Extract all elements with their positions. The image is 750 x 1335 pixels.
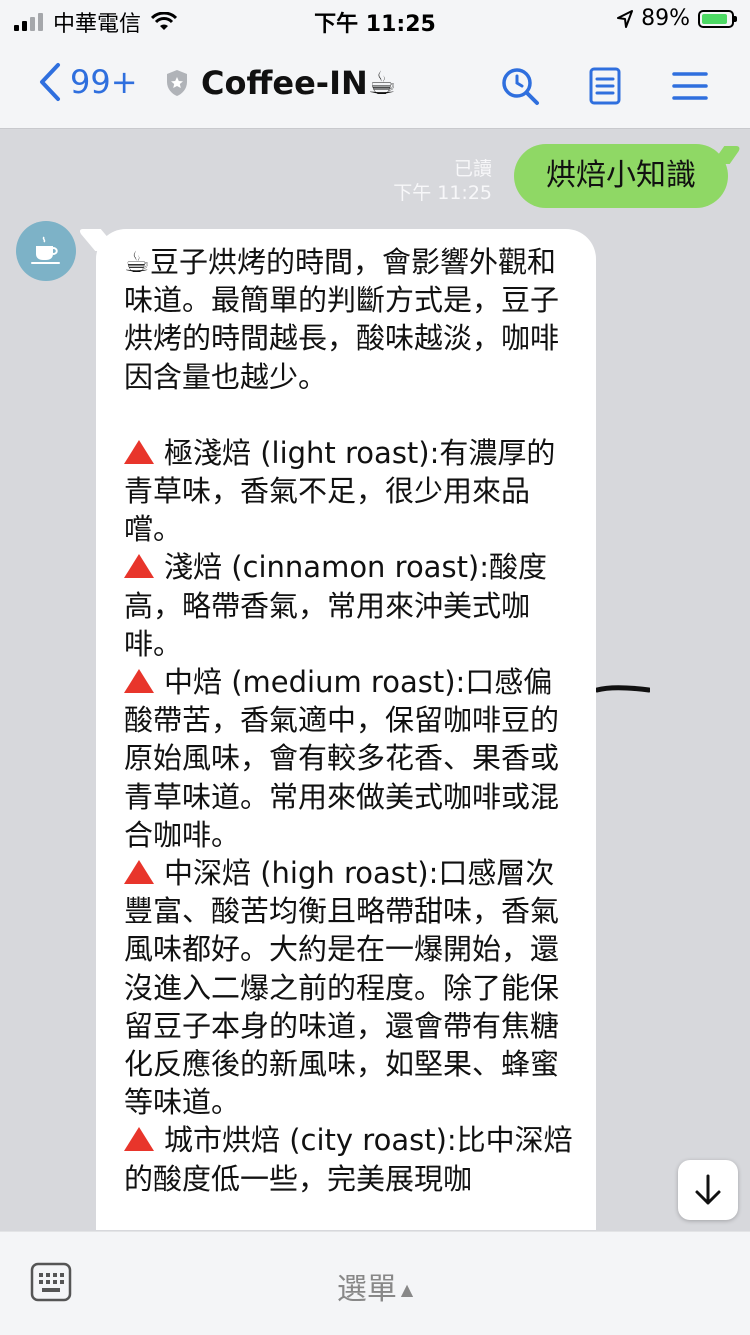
warning-triangle-icon	[124, 860, 154, 885]
roast-item: 極淺焙 (light roast):有濃厚的青草味，香氣不足，很少用來品嚐。	[124, 434, 574, 549]
arrow-down-icon	[695, 1174, 721, 1205]
sent-message-meta: 已讀 下午 11:25	[393, 157, 492, 205]
sent-message-bubble[interactable]: 烘焙小知識	[514, 144, 728, 208]
roast-item-text: 中深焙 (high roast):口感層次豐富、酸苦均衡且略帶甜味，香氣風味都好…	[124, 856, 560, 1120]
battery-percent: 89%	[641, 6, 690, 31]
unread-count: 99+	[70, 63, 138, 101]
read-receipt: 已讀	[453, 158, 492, 180]
message-list[interactable]: 已讀 下午 11:25 烘焙小知識 ☕豆子烘烤的時間，會影響外觀和味道。最簡單的…	[0, 129, 750, 1230]
hamburger-menu-icon[interactable]	[670, 66, 710, 106]
roast-item: 淺焙 (cinnamon roast):酸度高，略帶香氣，常用來沖美式咖啡。	[124, 548, 574, 663]
coffee-cup-icon	[31, 236, 60, 264]
message-intro: ☕豆子烘烤的時間，會影響外觀和味道。最簡單的判斷方式是，豆子烘烤的時間越長，酸味…	[124, 245, 560, 394]
roast-item-text: 中焙 (medium roast):口感偏酸帶苦，香氣適中，保留咖啡豆的原始風味…	[124, 665, 560, 852]
caret-up-icon: ▲	[400, 1280, 414, 1299]
avatar[interactable]	[16, 221, 76, 281]
battery-icon	[698, 9, 737, 28]
chat-title-text: Coffee-IN☕	[201, 64, 397, 102]
roast-item: 城市烘焙 (city roast):比中深焙的酸度低一些，完美展現咖	[124, 1121, 574, 1197]
warning-triangle-icon	[124, 669, 154, 694]
received-message-bubble[interactable]: ☕豆子烘烤的時間，會影響外觀和味道。最簡單的判斷方式是，豆子烘烤的時間越長，酸味…	[96, 229, 596, 1230]
bottom-bar: 選單 ▲	[0, 1231, 750, 1335]
roast-item: 中深焙 (high roast):口感層次豐富、酸苦均衡且略帶甜味，香氣風味都好…	[124, 854, 574, 1121]
notes-icon[interactable]	[585, 66, 625, 106]
roast-item: 中焙 (medium roast):口感偏酸帶苦，香氣適中，保留咖啡豆的原始風味…	[124, 663, 574, 854]
chat-header: 99+ Coffee-IN☕	[0, 40, 750, 129]
back-button[interactable]: 99+	[36, 62, 138, 102]
warning-triangle-icon	[124, 1127, 154, 1152]
scroll-to-bottom-button[interactable]	[678, 1160, 738, 1220]
pen-scribble-mark	[596, 685, 650, 693]
official-shield-icon	[167, 70, 187, 96]
roast-item-text: 極淺焙 (light roast):有濃厚的青草味，香氣不足，很少用來品嚐。	[124, 435, 556, 547]
chat-title[interactable]: Coffee-IN☕	[165, 64, 396, 102]
warning-triangle-icon	[124, 439, 154, 464]
search-icon[interactable]	[500, 66, 540, 106]
roast-item-text: 淺焙 (cinnamon roast):酸度高，略帶香氣，常用來沖美式咖啡。	[124, 550, 548, 661]
roast-item-text: 城市烘焙 (city roast):比中深焙的酸度低一些，完美展現咖	[124, 1123, 573, 1196]
chevron-left-icon	[40, 63, 60, 101]
menu-label: 選單	[336, 1272, 397, 1307]
location-arrow-icon	[617, 9, 634, 28]
status-bar: 中華電信 下午 11:25 89%	[0, 0, 750, 40]
sent-time: 下午 11:25	[393, 182, 492, 204]
rich-menu-toggle[interactable]: 選單 ▲	[0, 1264, 750, 1308]
warning-triangle-icon	[124, 554, 154, 579]
